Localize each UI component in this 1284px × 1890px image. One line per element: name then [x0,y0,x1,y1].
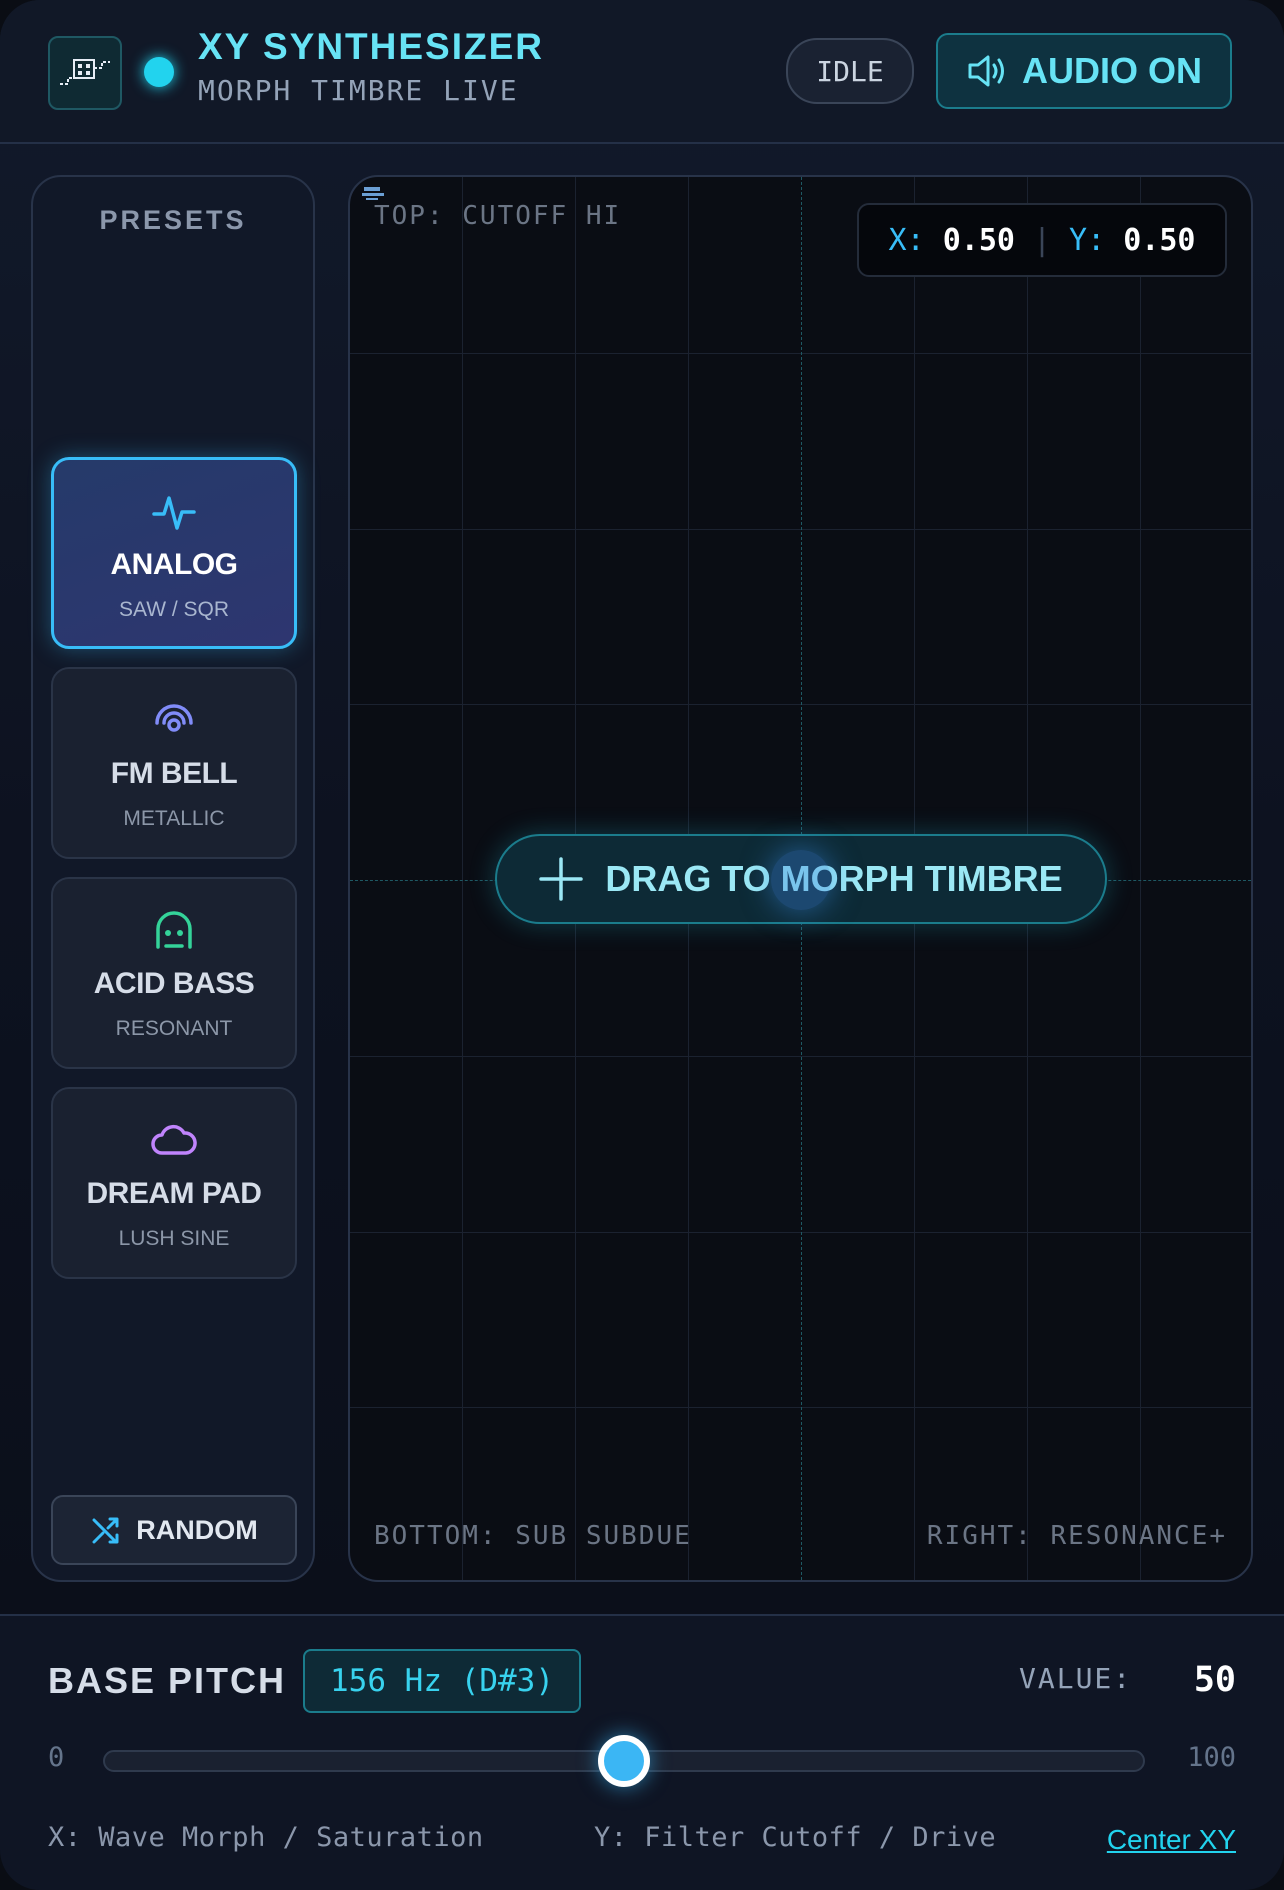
x-key: X: [888,222,925,258]
xy-puck[interactable] [771,850,831,910]
ghost-icon [156,911,192,949]
cloud-icon [151,1124,197,1155]
app-title: XY SYNTHESIZER [198,26,545,67]
preset-sub: SAW / SQR [118,598,230,621]
value-number: 50 [1193,1660,1236,1700]
presets-title: PRESETS [99,205,247,235]
synth-app: XY SYNTHESIZER MORPH TIMBRE LIVE IDLE AU… [0,0,1284,1890]
random-label: RANDOM [136,1514,258,1545]
right-axis-label: RIGHT: RESONANCE+ [926,1521,1227,1551]
coordinate-readout: X: 0.50 | Y: 0.50 [857,203,1227,277]
presets-panel: PRESETS ANALOG SAW / SQR FM BELL METALLI… [31,175,315,1582]
speaker-icon [968,55,1004,87]
synth-logo-icon [48,36,122,110]
x-value: 0.50 [942,222,1015,258]
app-header: XY SYNTHESIZER MORPH TIMBRE LIVE IDLE AU… [0,0,1284,144]
bottom-axis-label: BOTTOM: SUB SUBDUE [374,1521,692,1551]
range-max: 100 [1187,1742,1236,1773]
preset-name: FM BELL [110,757,238,790]
audio-toggle-button[interactable]: AUDIO ON [936,33,1232,109]
pitch-slider-thumb[interactable] [598,1735,650,1787]
random-button[interactable]: RANDOM [51,1495,297,1565]
coord-separator: | [1032,222,1052,258]
preset-analog[interactable]: ANALOG SAW / SQR [51,457,297,649]
preset-acid-bass[interactable]: ACID BASS RESONANT [51,877,297,1069]
y-key: Y: [1069,222,1106,258]
preset-sub: RESONANT [115,1017,233,1040]
grid-line [1140,177,1141,1580]
broadcast-icon [155,704,193,732]
top-axis-label: TOP: CUTOFF HI [374,201,622,231]
value-label: VALUE: [1019,1662,1133,1695]
preset-sub: METALLIC [123,807,225,830]
frequency-badge: 156 Hz (D#3) [303,1649,581,1713]
preset-sub: LUSH SINE [118,1227,230,1250]
x-axis-help: X: Wave Morph / Saturation [48,1822,484,1853]
grid-line [462,177,463,1580]
preset-name: ACID BASS [93,967,255,1000]
pitch-controls: BASE PITCH 156 Hz (D#3) VALUE: 50 0 100 … [0,1614,1284,1890]
xy-pad[interactable]: TOP: CUTOFF HI BOTTOM: SUB SUBDUE RIGHT:… [348,175,1253,1582]
y-axis-help: Y: Filter Cutoff / Drive [594,1822,997,1853]
range-min: 0 [48,1742,65,1773]
status-dot [144,57,174,87]
shuffle-icon [92,1517,119,1544]
status-badge: IDLE [786,38,914,104]
audio-toggle-label: AUDIO ON [1022,50,1202,91]
base-pitch-label: BASE PITCH [48,1660,287,1701]
preset-name: ANALOG [110,548,239,581]
y-value: 0.50 [1123,222,1196,258]
app-subtitle: MORPH TIMBRE LIVE [198,74,519,107]
preset-fm-bell[interactable]: FM BELL METALLIC [51,667,297,859]
preset-name: DREAM PAD [86,1177,262,1210]
center-xy-link[interactable]: Center XY [1107,1824,1236,1856]
waveform-icon [152,496,196,530]
drag-hint-label: DRAG TO MORPH TIMBRE [605,858,1063,899]
preset-dream-pad[interactable]: DREAM PAD LUSH SINE [51,1087,297,1279]
plus-icon [539,857,584,901]
